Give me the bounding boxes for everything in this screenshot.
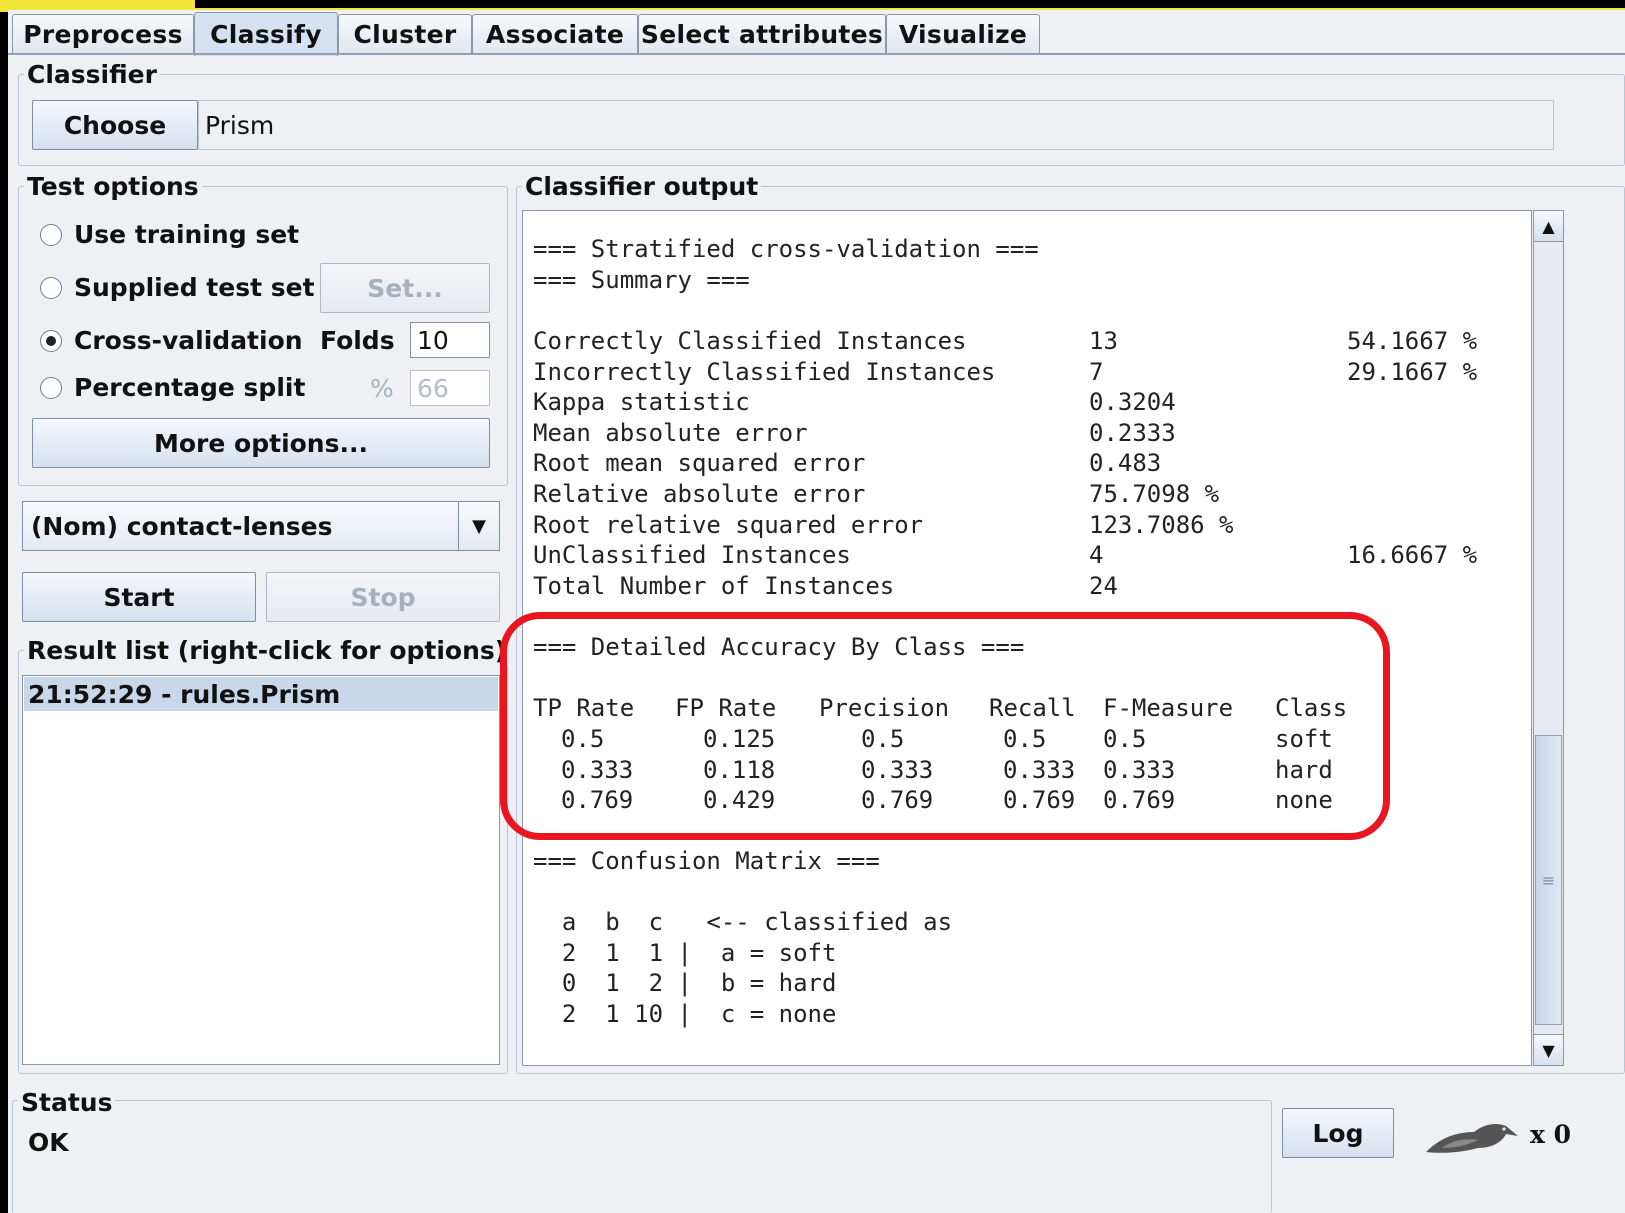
scroll-up-arrow-icon[interactable]: ▲ bbox=[1534, 211, 1563, 242]
status-text: OK bbox=[28, 1128, 69, 1157]
result-list-item[interactable]: 21:52:29 - rules.Prism bbox=[24, 677, 498, 711]
confusion-line: 2 1 10 | c = none bbox=[533, 1000, 837, 1028]
classifier-title: Classifier bbox=[24, 60, 160, 89]
summary-label: UnClassified Instances bbox=[533, 541, 851, 569]
summary-value: 0.3204 bbox=[1089, 388, 1176, 416]
result-list-title: Result list (right-click for options) bbox=[24, 636, 510, 665]
summary-value: 0.483 bbox=[1089, 449, 1162, 477]
confusion-line: 2 1 1 | a = soft bbox=[533, 939, 837, 967]
accuracy-highlight-box bbox=[500, 612, 1390, 840]
tab-cluster[interactable]: Cluster bbox=[338, 14, 472, 54]
weka-bird-icon[interactable] bbox=[1422, 1118, 1522, 1158]
radio-cross-validation[interactable]: Cross-validation bbox=[40, 326, 303, 355]
tab-select-attributes[interactable]: Select attributes bbox=[638, 14, 886, 54]
folds-label: Folds bbox=[320, 326, 395, 355]
output-header-line: === Summary === bbox=[533, 266, 750, 294]
tab-classify[interactable]: Classify bbox=[194, 12, 338, 56]
summary-value: 13 bbox=[1089, 327, 1118, 355]
tab-visualize[interactable]: Visualize bbox=[886, 14, 1040, 54]
folds-input[interactable]: 10 bbox=[410, 322, 490, 358]
chevron-down-icon[interactable]: ▼ bbox=[458, 502, 499, 550]
summary-percent: 54.1667 % bbox=[1347, 327, 1478, 355]
status-group bbox=[12, 1100, 1272, 1213]
summary-percent: 29.1667 % bbox=[1347, 358, 1478, 386]
classifier-name-field[interactable]: Prism bbox=[198, 100, 1554, 150]
log-button[interactable]: Log bbox=[1282, 1108, 1394, 1158]
more-options-button[interactable]: More options... bbox=[32, 418, 490, 468]
summary-label: Kappa statistic bbox=[533, 388, 750, 416]
stop-button[interactable]: Stop bbox=[266, 572, 500, 622]
radio-button-selected-icon[interactable] bbox=[40, 329, 62, 352]
summary-label: Total Number of Instances bbox=[533, 572, 895, 600]
confusion-title: === Confusion Matrix === bbox=[533, 847, 880, 875]
start-button[interactable]: Start bbox=[22, 572, 256, 622]
confusion-line: a b c <-- classified as bbox=[533, 908, 953, 936]
radio-percentage-split[interactable]: Percentage split bbox=[40, 373, 305, 402]
percentage-split-label: Percentage split bbox=[74, 373, 306, 402]
confusion-line: 0 1 2 | b = hard bbox=[533, 969, 837, 997]
supplied-test-set-label: Supplied test set bbox=[74, 273, 315, 302]
status-title: Status bbox=[18, 1088, 116, 1117]
tab-underline bbox=[8, 53, 1625, 55]
summary-percent: 16.6667 % bbox=[1347, 541, 1478, 569]
scrollbar-thumb[interactable]: ≡ bbox=[1535, 735, 1562, 1025]
class-attribute-value: (Nom) contact-lenses bbox=[31, 511, 333, 541]
test-options-title: Test options bbox=[24, 172, 202, 201]
choose-button[interactable]: Choose bbox=[32, 100, 198, 150]
output-scrollbar[interactable]: ▲ ≡ ▼ bbox=[1533, 210, 1564, 1066]
radio-button-icon[interactable] bbox=[40, 223, 62, 246]
radio-button-icon[interactable] bbox=[40, 276, 62, 299]
summary-label: Mean absolute error bbox=[533, 419, 808, 447]
tab-associate[interactable]: Associate bbox=[472, 14, 638, 54]
scroll-down-arrow-icon[interactable]: ▼ bbox=[1534, 1034, 1563, 1065]
percent-split-input[interactable]: 66 bbox=[410, 370, 490, 406]
result-list[interactable]: 21:52:29 - rules.Prism bbox=[22, 675, 500, 1065]
summary-label: Relative absolute error bbox=[533, 480, 866, 508]
output-header-line: === Stratified cross-validation === bbox=[533, 235, 1039, 263]
cross-validation-label: Cross-validation bbox=[74, 326, 303, 355]
percent-symbol: % bbox=[370, 374, 394, 403]
radio-button-icon[interactable] bbox=[40, 376, 62, 399]
radio-use-training-set[interactable]: Use training set bbox=[40, 220, 299, 249]
radio-supplied-test-set[interactable]: Supplied test set bbox=[40, 273, 315, 302]
summary-label: Incorrectly Classified Instances bbox=[533, 358, 996, 386]
task-count: x 0 bbox=[1530, 1120, 1572, 1149]
set-button[interactable]: Set... bbox=[320, 263, 490, 313]
use-training-set-label: Use training set bbox=[74, 220, 300, 249]
class-attribute-select[interactable]: (Nom) contact-lenses ▼ bbox=[22, 501, 500, 551]
classifier-output-title: Classifier output bbox=[522, 172, 762, 201]
summary-value: 4 bbox=[1089, 541, 1104, 569]
summary-label: Root relative squared error bbox=[533, 511, 924, 539]
summary-label: Correctly Classified Instances bbox=[533, 327, 967, 355]
summary-value: 0.2333 bbox=[1089, 419, 1176, 447]
summary-value: 7 bbox=[1089, 358, 1104, 386]
summary-value: 75.7098 % bbox=[1089, 480, 1220, 508]
tab-preprocess[interactable]: Preprocess bbox=[12, 14, 194, 54]
summary-value: 24 bbox=[1089, 572, 1118, 600]
summary-label: Root mean squared error bbox=[533, 449, 866, 477]
summary-value: 123.7086 % bbox=[1089, 511, 1234, 539]
weka-explorer-window: Preprocess Classify Cluster Associate Se… bbox=[8, 10, 1625, 1213]
